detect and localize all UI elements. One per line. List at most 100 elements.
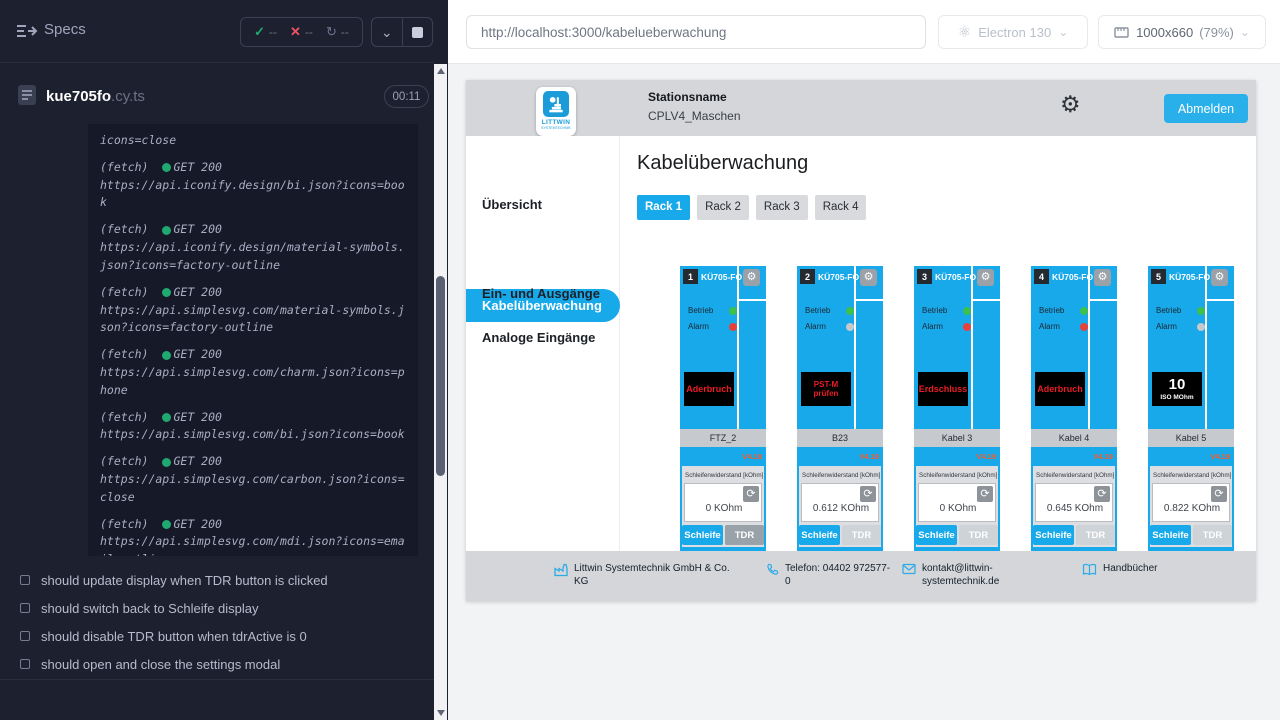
test-row[interactable]: should open and close the settings modal xyxy=(20,650,430,678)
status-ok-dot xyxy=(162,413,171,422)
refresh-button[interactable]: ⟳ xyxy=(1211,486,1227,502)
station-name-value: CPLV4_Maschen xyxy=(648,109,741,123)
spec-file-row[interactable]: kue705fo.cy.ts 00:11 xyxy=(0,80,434,116)
card-title: KÜ705-FO xyxy=(818,272,859,282)
card-settings-button[interactable]: ⚙ xyxy=(977,269,994,286)
sidebar-item-uebersicht[interactable]: Übersicht xyxy=(482,197,542,212)
schleife-button[interactable]: Schleife xyxy=(682,525,723,545)
network-log-entry[interactable]: (fetch)GET 200 https://api.simplesvg.com… xyxy=(100,284,406,337)
cable-label: B23 xyxy=(797,429,883,447)
status-display: Aderbruch xyxy=(1035,372,1085,406)
stat-passed: ✓ -- xyxy=(254,24,277,40)
footer-company: Littwin Systemtechnik GmbH & Co. KG xyxy=(554,562,736,588)
settings-gear-icon[interactable]: ⚙ xyxy=(1060,93,1081,116)
betrieb-label: Betrieb xyxy=(688,306,713,315)
betrieb-led xyxy=(846,307,854,315)
refresh-icon: ⟳ xyxy=(980,489,989,500)
card-settings-button[interactable]: ⚙ xyxy=(1094,269,1111,286)
network-log-entry[interactable]: (fetch)GET 200 https://api.iconify.desig… xyxy=(100,159,406,212)
network-log-entry[interactable]: icons=close xyxy=(100,132,406,150)
test-row[interactable]: should update display when TDR button is… xyxy=(20,566,430,594)
tab-rack-4[interactable]: Rack 4 xyxy=(815,195,867,220)
card-settings-button[interactable]: ⚙ xyxy=(743,269,760,286)
tdr-button[interactable]: TDR xyxy=(1193,525,1232,545)
vertical-scrollbar[interactable] xyxy=(434,64,447,720)
scrollbar-thumb[interactable] xyxy=(436,276,445,476)
tab-rack-1[interactable]: Rack 1 xyxy=(637,195,690,220)
url-input[interactable] xyxy=(466,15,926,49)
test-row[interactable]: should switch back to Schleife display xyxy=(20,594,430,622)
refresh-button[interactable]: ⟳ xyxy=(743,486,759,502)
refresh-icon: ⟳ xyxy=(863,489,872,500)
pending-test-icon xyxy=(20,631,30,641)
schleife-button[interactable]: Schleife xyxy=(1150,525,1191,545)
network-log-entry[interactable]: (fetch)GET 200 https://api.simplesvg.com… xyxy=(100,346,406,399)
measurement-label: Schleifenwiderstand [kOhm] xyxy=(1153,472,1231,479)
measurement-value: 0.645 KOhm xyxy=(1036,503,1114,514)
alarm-led xyxy=(963,323,971,331)
schleife-button[interactable]: Schleife xyxy=(1033,525,1074,545)
scroll-down-arrow[interactable] xyxy=(434,706,447,720)
status-ok-dot xyxy=(162,288,171,297)
sidebar-item-ein-und-ausgaenge[interactable]: Ein- und Ausgänge xyxy=(482,286,600,301)
test-row[interactable]: should disable TDR button when tdrActive… xyxy=(20,622,430,650)
chevron-down-icon: ⌄ xyxy=(381,24,393,40)
tdr-button[interactable]: TDR xyxy=(959,525,998,545)
card-title: KÜ705-FO xyxy=(1052,272,1093,282)
spec-duration-badge: 00:11 xyxy=(384,85,429,108)
logo-text: LITTWIN xyxy=(536,119,576,126)
stop-tests-button[interactable] xyxy=(403,27,433,38)
pending-test-icon xyxy=(20,575,30,585)
alarm-led xyxy=(1197,323,1205,331)
specs-list-toggle-icon[interactable] xyxy=(16,22,38,40)
tdr-button[interactable]: TDR xyxy=(725,525,764,545)
pending-tests-list: should update display when TDR button is… xyxy=(20,566,430,678)
refresh-button[interactable]: ⟳ xyxy=(977,486,993,502)
browser-selector[interactable]: ⚛ Electron 130 ⌄ xyxy=(938,15,1088,49)
schleife-button[interactable]: Schleife xyxy=(916,525,957,545)
divider xyxy=(0,679,434,680)
stat-failed: ✕ -- xyxy=(290,24,313,40)
card-settings-button[interactable]: ⚙ xyxy=(860,269,877,286)
tab-rack-3[interactable]: Rack 3 xyxy=(756,195,808,220)
footer-email[interactable]: kontakt@littwin-systemtechnik.de xyxy=(902,562,1022,588)
betrieb-led xyxy=(963,307,971,315)
check-icon: ✓ xyxy=(254,24,265,40)
card-number-badge: 3 xyxy=(917,269,932,284)
failed-count: -- xyxy=(305,25,313,39)
network-log-entry[interactable]: (fetch)GET 200 https://api.iconify.desig… xyxy=(100,221,406,274)
collapse-all-button[interactable]: ⌄ xyxy=(372,19,402,45)
iso-value: 10 xyxy=(1169,377,1186,394)
betrieb-led xyxy=(729,307,737,315)
betrieb-led xyxy=(1080,307,1088,315)
scroll-up-arrow[interactable] xyxy=(434,64,447,78)
refresh-button[interactable]: ⟳ xyxy=(860,486,876,502)
pending-icon: ↻ xyxy=(326,24,337,40)
schleife-button[interactable]: Schleife xyxy=(799,525,840,545)
viewport-selector[interactable]: 1000x660 (79%) ⌄ xyxy=(1098,15,1266,49)
refresh-icon: ⟳ xyxy=(746,489,755,500)
refresh-button[interactable]: ⟳ xyxy=(1094,486,1110,502)
status-ok-dot xyxy=(162,351,171,360)
value-box: ⟳ 0.822 KOhm xyxy=(1152,483,1230,522)
tdr-button[interactable]: TDR xyxy=(842,525,881,545)
station-name-label: Stationsname xyxy=(648,90,727,104)
chevron-down-icon: ⌄ xyxy=(1058,25,1068,39)
logout-button[interactable]: Abmelden xyxy=(1164,94,1248,123)
network-log-entry[interactable]: (fetch)GET 200 https://api.simplesvg.com… xyxy=(100,516,406,556)
tdr-button[interactable]: TDR xyxy=(1076,525,1115,545)
footer-manuals[interactable]: Handbücher xyxy=(1082,562,1157,576)
card-settings-button[interactable]: ⚙ xyxy=(1211,269,1228,286)
status-display: PST-M prüfen xyxy=(801,372,851,406)
stop-icon xyxy=(412,27,423,38)
passed-count: -- xyxy=(269,25,277,39)
measurement-label: Schleifenwiderstand [kOhm] xyxy=(919,472,997,479)
network-log-entry[interactable]: (fetch)GET 200 https://api.simplesvg.com… xyxy=(100,453,406,506)
measurement-value: 0.822 KOhm xyxy=(1153,503,1231,514)
sidebar-item-analoge-eingaenge[interactable]: Analoge Eingänge xyxy=(482,330,595,345)
gear-icon: ⚙ xyxy=(747,272,757,283)
browser-name: Electron 130 xyxy=(978,25,1051,40)
network-log-entry[interactable]: (fetch)GET 200 https://api.simplesvg.com… xyxy=(100,409,406,445)
tab-rack-2[interactable]: Rack 2 xyxy=(697,195,749,220)
device-card-2: 2 KÜ705-FO ⚙ Betrieb Alarm PST-M prüfen … xyxy=(797,266,883,551)
